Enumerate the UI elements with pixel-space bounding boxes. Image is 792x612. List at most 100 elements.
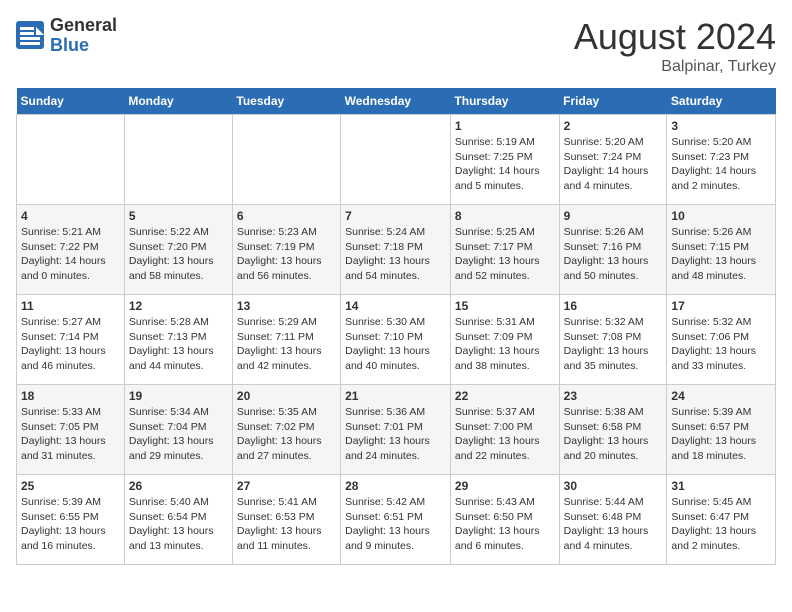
weekday-header-tuesday: Tuesday (232, 88, 340, 115)
day-info: Sunrise: 5:36 AM Sunset: 7:01 PM Dayligh… (345, 405, 446, 464)
calendar-cell: 31 Sunrise: 5:45 AM Sunset: 6:47 PM Dayli… (667, 475, 776, 565)
day-number: 24 (671, 389, 771, 403)
day-number: 27 (237, 479, 336, 493)
day-number: 7 (345, 209, 446, 223)
calendar-cell: 28 Sunrise: 5:42 AM Sunset: 6:51 PM Dayli… (341, 475, 451, 565)
calendar-cell: 18Sunrise: 5:33 AM Sunset: 7:05 PM Dayli… (17, 385, 125, 475)
day-number: 15 (455, 299, 555, 313)
day-number: 6 (237, 209, 336, 223)
week-row-5: 25Sunrise: 5:39 AM Sunset: 6:55 PM Dayli… (17, 475, 776, 565)
day-info: Sunrise: 5:22 AM Sunset: 7:20 PM Dayligh… (129, 225, 228, 284)
logo-general: General (50, 16, 117, 36)
day-info: Sunrise: 5:43 AM Sunset: 6:50 PM Dayligh… (455, 495, 555, 554)
day-info: Sunrise: 5:30 AM Sunset: 7:10 PM Dayligh… (345, 315, 446, 374)
calendar-cell: 6 Sunrise: 5:23 AM Sunset: 7:19 PM Daylig… (232, 205, 340, 295)
logo-icon (16, 21, 46, 51)
location: Balpinar, Turkey (574, 58, 776, 76)
day-number: 16 (564, 299, 663, 313)
day-info: Sunrise: 5:28 AM Sunset: 7:13 PM Dayligh… (129, 315, 228, 374)
calendar-cell: 5 Sunrise: 5:22 AM Sunset: 7:20 PM Daylig… (124, 205, 232, 295)
day-info: Sunrise: 5:27 AM Sunset: 7:14 PM Dayligh… (21, 315, 120, 374)
day-info: Sunrise: 5:42 AM Sunset: 6:51 PM Dayligh… (345, 495, 446, 554)
week-row-3: 11 Sunrise: 5:27 AM Sunset: 7:14 PM Dayli… (17, 295, 776, 385)
calendar-cell (17, 115, 125, 205)
calendar-cell (124, 115, 232, 205)
day-number: 13 (237, 299, 336, 313)
day-info: Sunrise: 5:25 AM Sunset: 7:17 PM Dayligh… (455, 225, 555, 284)
calendar-cell: 21Sunrise: 5:36 AM Sunset: 7:01 PM Dayli… (341, 385, 451, 475)
week-row-1: 1 Sunrise: 5:19 AM Sunset: 7:25 PM Daylig… (17, 115, 776, 205)
day-number: 12 (129, 299, 228, 313)
logo: General Blue (16, 16, 117, 56)
calendar-cell: 4 Sunrise: 5:21 AM Sunset: 7:22 PM Daylig… (17, 205, 125, 295)
weekday-header-wednesday: Wednesday (341, 88, 451, 115)
calendar-cell: 10Sunrise: 5:26 AM Sunset: 7:15 PM Dayli… (667, 205, 776, 295)
day-number: 1 (455, 119, 555, 133)
day-info: Sunrise: 5:34 AM Sunset: 7:04 PM Dayligh… (129, 405, 228, 464)
day-info: Sunrise: 5:19 AM Sunset: 7:25 PM Dayligh… (455, 135, 555, 194)
day-number: 8 (455, 209, 555, 223)
day-number: 11 (21, 299, 120, 313)
calendar-cell: 9 Sunrise: 5:26 AM Sunset: 7:16 PM Daylig… (559, 205, 667, 295)
week-row-4: 18Sunrise: 5:33 AM Sunset: 7:05 PM Dayli… (17, 385, 776, 475)
day-info: Sunrise: 5:20 AM Sunset: 7:23 PM Dayligh… (671, 135, 771, 194)
month-year: August 2024 (574, 16, 776, 58)
day-number: 2 (564, 119, 663, 133)
day-info: Sunrise: 5:39 AM Sunset: 6:57 PM Dayligh… (671, 405, 771, 464)
logo-text: General Blue (50, 16, 117, 56)
weekday-header-saturday: Saturday (667, 88, 776, 115)
day-info: Sunrise: 5:20 AM Sunset: 7:24 PM Dayligh… (564, 135, 663, 194)
calendar-cell: 3 Sunrise: 5:20 AM Sunset: 7:23 PM Daylig… (667, 115, 776, 205)
title-block: August 2024 Balpinar, Turkey (574, 16, 776, 76)
day-info: Sunrise: 5:23 AM Sunset: 7:19 PM Dayligh… (237, 225, 336, 284)
calendar-cell: 7Sunrise: 5:24 AM Sunset: 7:18 PM Daylig… (341, 205, 451, 295)
day-number: 20 (237, 389, 336, 403)
weekday-header-row: SundayMondayTuesdayWednesdayThursdayFrid… (17, 88, 776, 115)
day-number: 14 (345, 299, 446, 313)
calendar-cell: 2 Sunrise: 5:20 AM Sunset: 7:24 PM Daylig… (559, 115, 667, 205)
day-number: 28 (345, 479, 446, 493)
page-header: General Blue August 2024 Balpinar, Turke… (16, 16, 776, 76)
weekday-header-thursday: Thursday (450, 88, 559, 115)
day-number: 26 (129, 479, 228, 493)
day-number: 22 (455, 389, 555, 403)
calendar-cell: 1 Sunrise: 5:19 AM Sunset: 7:25 PM Daylig… (450, 115, 559, 205)
day-info: Sunrise: 5:29 AM Sunset: 7:11 PM Dayligh… (237, 315, 336, 374)
calendar-cell: 26Sunrise: 5:40 AM Sunset: 6:54 PM Dayli… (124, 475, 232, 565)
week-row-2: 4 Sunrise: 5:21 AM Sunset: 7:22 PM Daylig… (17, 205, 776, 295)
calendar-cell: 25Sunrise: 5:39 AM Sunset: 6:55 PM Dayli… (17, 475, 125, 565)
day-info: Sunrise: 5:45 AM Sunset: 6:47 PM Dayligh… (671, 495, 771, 554)
calendar-cell: 20 Sunrise: 5:35 AM Sunset: 7:02 PM Dayli… (232, 385, 340, 475)
day-info: Sunrise: 5:32 AM Sunset: 7:08 PM Dayligh… (564, 315, 663, 374)
day-number: 29 (455, 479, 555, 493)
calendar-cell: 27 Sunrise: 5:41 AM Sunset: 6:53 PM Dayli… (232, 475, 340, 565)
day-info: Sunrise: 5:26 AM Sunset: 7:15 PM Dayligh… (671, 225, 771, 284)
calendar-cell: 17Sunrise: 5:32 AM Sunset: 7:06 PM Dayli… (667, 295, 776, 385)
day-info: Sunrise: 5:35 AM Sunset: 7:02 PM Dayligh… (237, 405, 336, 464)
calendar-cell: 22Sunrise: 5:37 AM Sunset: 7:00 PM Dayli… (450, 385, 559, 475)
calendar-cell: 24 Sunrise: 5:39 AM Sunset: 6:57 PM Dayli… (667, 385, 776, 475)
calendar-cell: 30Sunrise: 5:44 AM Sunset: 6:48 PM Dayli… (559, 475, 667, 565)
day-number: 5 (129, 209, 228, 223)
day-info: Sunrise: 5:33 AM Sunset: 7:05 PM Dayligh… (21, 405, 120, 464)
calendar-cell: 14 Sunrise: 5:30 AM Sunset: 7:10 PM Dayli… (341, 295, 451, 385)
day-number: 31 (671, 479, 771, 493)
day-number: 3 (671, 119, 771, 133)
logo-blue: Blue (50, 36, 117, 56)
day-info: Sunrise: 5:41 AM Sunset: 6:53 PM Dayligh… (237, 495, 336, 554)
day-info: Sunrise: 5:44 AM Sunset: 6:48 PM Dayligh… (564, 495, 663, 554)
weekday-header-monday: Monday (124, 88, 232, 115)
day-info: Sunrise: 5:21 AM Sunset: 7:22 PM Dayligh… (21, 225, 120, 284)
calendar-cell: 23Sunrise: 5:38 AM Sunset: 6:58 PM Dayli… (559, 385, 667, 475)
calendar-cell: 29 Sunrise: 5:43 AM Sunset: 6:50 PM Dayli… (450, 475, 559, 565)
day-number: 17 (671, 299, 771, 313)
day-number: 9 (564, 209, 663, 223)
day-info: Sunrise: 5:26 AM Sunset: 7:16 PM Dayligh… (564, 225, 663, 284)
day-info: Sunrise: 5:39 AM Sunset: 6:55 PM Dayligh… (21, 495, 120, 554)
weekday-header-friday: Friday (559, 88, 667, 115)
calendar-cell: 13 Sunrise: 5:29 AM Sunset: 7:11 PM Dayli… (232, 295, 340, 385)
calendar-cell: 15Sunrise: 5:31 AM Sunset: 7:09 PM Dayli… (450, 295, 559, 385)
day-number: 23 (564, 389, 663, 403)
calendar-cell: 19Sunrise: 5:34 AM Sunset: 7:04 PM Dayli… (124, 385, 232, 475)
day-number: 4 (21, 209, 120, 223)
